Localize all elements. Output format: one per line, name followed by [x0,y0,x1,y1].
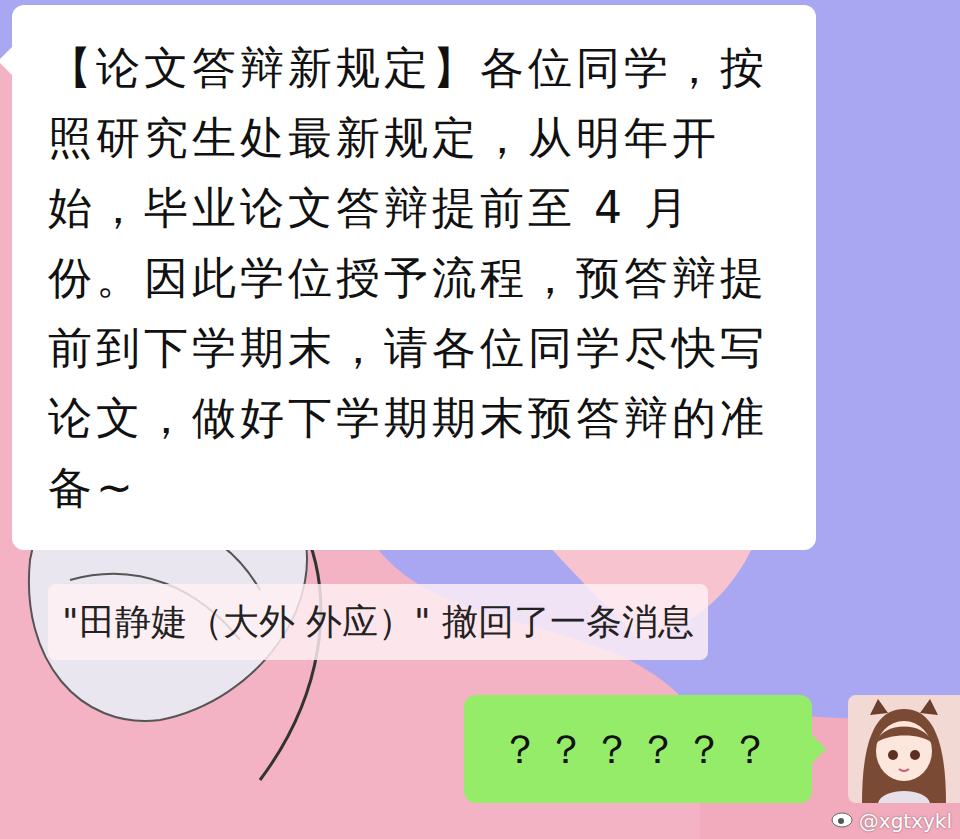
chat-area: 【论文答辩新规定】各位同学，按照研究生处最新规定，从明年开始，毕业论文答辩提前至… [0,0,960,839]
system-notice-row: "田静婕（大外 外应）" 撤回了一条消息 [0,550,960,660]
avatar-icon[interactable] [848,695,960,803]
watermark: @xgtxykl [831,808,952,833]
my-message-row: ？？？？？？ [0,660,960,803]
weibo-icon [831,808,855,833]
message-bubble[interactable]: 【论文答辩新规定】各位同学，按照研究生处最新规定，从明年开始，毕业论文答辩提前至… [12,5,816,550]
message-row: 【论文答辩新规定】各位同学，按照研究生处最新规定，从明年开始，毕业论文答辩提前至… [0,5,960,550]
watermark-text: @xgtxykl [859,809,952,833]
my-message-bubble[interactable]: ？？？？？？ [464,695,812,803]
recall-notice: "田静婕（大外 外应）" 撤回了一条消息 [48,584,708,660]
